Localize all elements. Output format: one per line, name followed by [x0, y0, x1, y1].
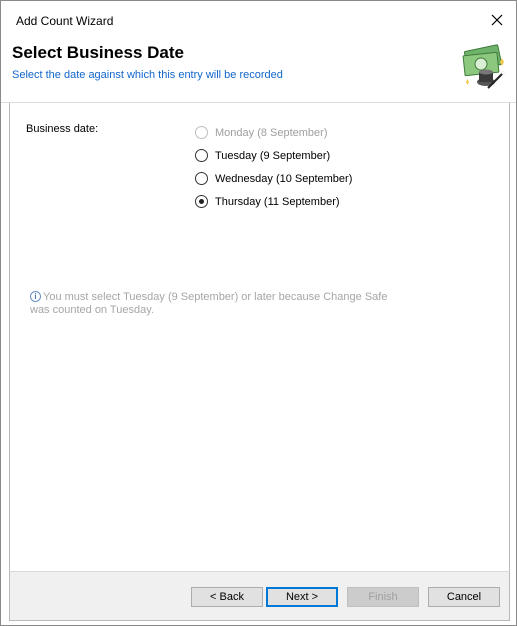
close-icon: [491, 14, 503, 26]
window-title: Add Count Wizard: [16, 14, 114, 28]
option-monday: Monday (8 September): [195, 121, 352, 144]
title-bar: Add Count Wizard: [1, 1, 516, 38]
wizard-window: Add Count Wizard Select Business Date Se…: [0, 0, 517, 626]
radio-monday: [195, 126, 208, 139]
option-label[interactable]: Tuesday (9 September): [215, 150, 330, 162]
wizard-header: Select Business Date Select the date aga…: [1, 38, 516, 103]
page-title: Select Business Date: [12, 43, 184, 62]
option-thursday[interactable]: Thursday (11 September): [195, 190, 352, 213]
wizard-content: Business date: Monday (8 September) Tues…: [9, 103, 510, 571]
option-tuesday[interactable]: Tuesday (9 September): [195, 144, 352, 167]
info-message: i You must select Tuesday (9 September) o…: [30, 291, 390, 317]
radio-thursday[interactable]: [195, 195, 208, 208]
option-label[interactable]: Thursday (11 September): [215, 196, 340, 208]
info-line-1: You must select Tuesday (9 September) or…: [43, 291, 388, 303]
back-button[interactable]: < Back: [191, 587, 263, 607]
close-button[interactable]: [484, 7, 510, 33]
option-label[interactable]: Wednesday (10 September): [215, 173, 352, 185]
option-label: Monday (8 September): [215, 126, 328, 139]
wizard-footer: < Back Next > Finish Cancel: [9, 571, 510, 621]
business-date-options: Monday (8 September) Tuesday (9 Septembe…: [195, 121, 352, 213]
info-line-2: was counted on Tuesday.: [30, 304, 154, 316]
business-date-label: Business date:: [26, 123, 99, 135]
money-wand-icon: [462, 44, 506, 89]
cancel-button[interactable]: Cancel: [428, 587, 500, 607]
radio-wednesday[interactable]: [195, 172, 208, 185]
page-subtitle: Select the date against which this entry…: [12, 69, 283, 81]
option-wednesday[interactable]: Wednesday (10 September): [195, 167, 352, 190]
finish-button: Finish: [347, 587, 419, 607]
info-icon: i: [30, 291, 41, 302]
next-button[interactable]: Next >: [266, 587, 338, 607]
radio-tuesday[interactable]: [195, 149, 208, 162]
